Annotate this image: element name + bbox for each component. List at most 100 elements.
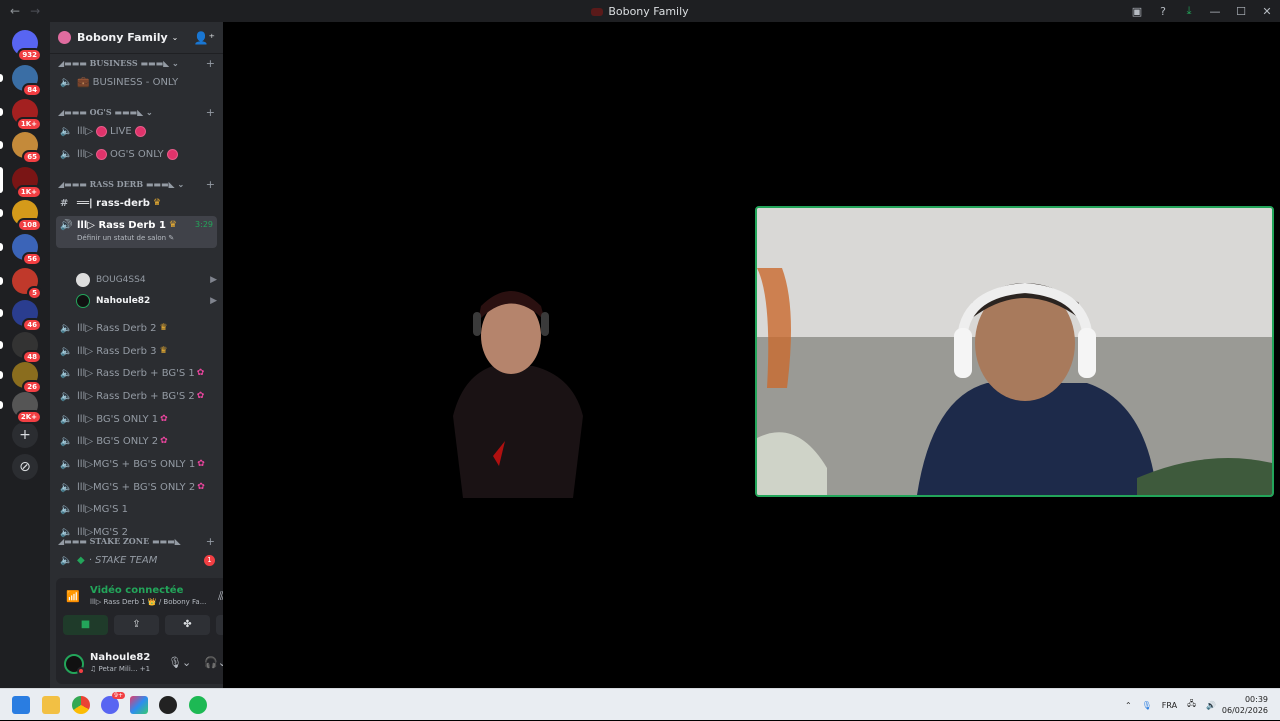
forward-button[interactable]: → bbox=[30, 4, 40, 18]
channel-label: · STAKE TEAM bbox=[88, 554, 158, 566]
channel-mg-bg-1[interactable]: 🔈 lll▷MG'S + BG'S ONLY 1 ✿ bbox=[56, 454, 217, 474]
chevron-up-icon[interactable]: ⌃ bbox=[1125, 701, 1132, 710]
status-extra: +1 bbox=[139, 665, 151, 673]
category-business[interactable]: ◢▬▬▬ BUSINESS ▬▬▬◣ ⌄ + bbox=[58, 56, 215, 70]
speaker-icon: 🔈 bbox=[60, 390, 73, 402]
crown-icon: ♛ bbox=[159, 323, 168, 333]
username[interactable]: Nahoule82 bbox=[90, 652, 150, 663]
microphone-icon[interactable]: 🎙⌄ bbox=[168, 656, 191, 669]
download-icon[interactable]: ⤓ bbox=[1176, 4, 1202, 18]
avatar[interactable] bbox=[64, 654, 85, 675]
category-label: ◢▬▬▬ OG'S ▬▬▬◣ ⌄ bbox=[58, 107, 153, 117]
speaker-icon: 🔈 bbox=[60, 481, 73, 493]
add-channel-icon[interactable]: + bbox=[206, 178, 215, 191]
server-icon-server-10[interactable]: 26 bbox=[0, 362, 42, 394]
notification-badge: 5 bbox=[27, 286, 42, 300]
speaker-icon: 🔈 bbox=[60, 554, 73, 566]
channel-bg-only-1[interactable]: 🔈 lll▷ BG'S ONLY 1 ✿ bbox=[56, 409, 217, 429]
guild-header[interactable]: Bobony Family ⌄ 👤⁺ bbox=[50, 22, 223, 54]
spotify-icon[interactable] bbox=[189, 696, 207, 714]
channel-rass-derb-2[interactable]: 🔈 lll▷ Rass Derb 2 ♛ bbox=[56, 318, 217, 338]
obs-icon[interactable] bbox=[159, 696, 177, 714]
channel-rass-derb-bg-1[interactable]: 🔈 lll▷ Rass Derb + BG'S 1 ✿ bbox=[56, 363, 217, 383]
voice-status[interactable]: Vidéo connectée bbox=[90, 585, 183, 596]
server-icon-server-6[interactable]: 56 bbox=[0, 234, 42, 266]
server-icon-server-1[interactable]: 84 bbox=[0, 65, 42, 97]
channel-status[interactable]: Définir un statut de salon ✎ bbox=[77, 234, 174, 242]
discord-icon[interactable]: 9+ bbox=[101, 692, 125, 714]
category-stake-zone[interactable]: ◢▬▬▬ STAKE ZONE ▬▬▬◣ + bbox=[58, 534, 215, 548]
category-label: ◢▬▬▬ RASS DERB ▬▬▬◣ ⌄ bbox=[58, 179, 185, 189]
notification-badge: 108 bbox=[17, 218, 42, 232]
chrome-icon[interactable] bbox=[72, 696, 90, 714]
minimize-button[interactable]: — bbox=[1202, 5, 1228, 18]
channel-live[interactable]: 🔈 lll▷ LIVE bbox=[56, 121, 217, 141]
channel-bg-only-2[interactable]: 🔈 lll▷ BG'S ONLY 2 ✿ bbox=[56, 431, 217, 451]
invite-user-icon[interactable]: 👤⁺ bbox=[194, 31, 215, 45]
file-explorer-icon[interactable] bbox=[42, 696, 60, 714]
volume-icon[interactable]: 🔊 bbox=[1206, 701, 1216, 710]
flower-icon: ✿ bbox=[197, 482, 205, 492]
speaker-icon: 🔈 bbox=[60, 367, 73, 379]
server-icon-server-11[interactable]: 2K+ bbox=[0, 392, 42, 424]
add-channel-icon[interactable]: + bbox=[206, 57, 215, 70]
title-bar: ← → Bobony Family ▣ ? ⤓ — ☐ ✕ bbox=[0, 0, 1280, 22]
channel-sidebar: Bobony Family ⌄ 👤⁺ ◢▬▬▬ BUSINESS ▬▬▬◣ ⌄ +… bbox=[50, 22, 267, 688]
category-rass-derb[interactable]: ◢▬▬▬ RASS DERB ▬▬▬◣ ⌄ + bbox=[58, 177, 215, 191]
channel-mg-1[interactable]: 🔈 lll▷MG'S 1 bbox=[56, 499, 217, 519]
start-icon[interactable] bbox=[12, 696, 30, 714]
channel-rass-derb-1[interactable]: 🔊 lll▷ Rass Derb 1 ♛ 3:29 Définir un statut … bbox=[56, 216, 217, 248]
channel-business-only[interactable]: 🔈 💼 BUSINESS - ONLY bbox=[56, 72, 217, 92]
server-icon-server-2[interactable]: 1K+ bbox=[0, 99, 42, 131]
discover-button[interactable]: ⊘ bbox=[12, 454, 38, 480]
category-ogs[interactable]: ◢▬▬▬ OG'S ▬▬▬◣ ⌄ + bbox=[58, 105, 215, 119]
channel-label: lll▷MG'S + BG'S ONLY 1 bbox=[77, 458, 196, 470]
channel-mg-bg-2[interactable]: 🔈 lll▷MG'S + BG'S ONLY 2 ✿ bbox=[56, 477, 217, 497]
video-tile-nahoule82[interactable] bbox=[755, 206, 1274, 497]
server-icon-server-7[interactable]: 5 bbox=[0, 268, 42, 300]
microphone-icon[interactable]: 🎙 bbox=[1142, 701, 1152, 710]
maximize-button[interactable]: ☐ bbox=[1228, 5, 1254, 18]
channel-rass-derb-3[interactable]: 🔈 lll▷ Rass Derb 3 ♛ bbox=[56, 341, 217, 361]
server-icon-server-9[interactable]: 48 bbox=[0, 332, 42, 364]
voice-member[interactable]: Nahoule82 ▶ bbox=[76, 291, 217, 311]
notification-badge: 2K+ bbox=[15, 410, 42, 424]
chevron-down-icon: ⌄ bbox=[171, 33, 179, 42]
speaker-icon: 🔈 bbox=[60, 435, 73, 447]
server-icon-server-8[interactable]: 46 bbox=[0, 300, 42, 332]
hashtag-icon: # bbox=[60, 197, 69, 209]
network-icon[interactable]: 🖧 bbox=[1187, 698, 1196, 712]
close-button[interactable]: ✕ bbox=[1254, 5, 1280, 18]
video-tile-boug4ss4[interactable] bbox=[423, 266, 603, 498]
help-icon[interactable]: ? bbox=[1150, 5, 1176, 18]
back-button[interactable]: ← bbox=[10, 4, 20, 18]
channel-rass-derb-bg-2[interactable]: 🔈 lll▷ Rass Derb + BG'S 2 ✿ bbox=[56, 386, 217, 406]
signal-icon[interactable]: 📶 bbox=[66, 590, 80, 603]
speaker-icon: 🔈 bbox=[60, 322, 73, 334]
call-timer: 3:29 bbox=[195, 220, 213, 229]
clock[interactable]: 00:39 06/02/2026 bbox=[1222, 694, 1268, 716]
channel-label: lll▷ BG'S ONLY 2 bbox=[77, 435, 159, 447]
notification-badge: 1K+ bbox=[15, 117, 42, 131]
app-x-icon[interactable] bbox=[130, 696, 148, 714]
channel-rass-derb-text[interactable]: # ══| rass-derb ♛ bbox=[56, 193, 217, 213]
server-icon-discord-home[interactable]: 932 bbox=[12, 30, 42, 62]
server-icon-server-3[interactable]: 65 bbox=[0, 132, 42, 164]
channel-ogs-only[interactable]: 🔈 lll▷ OG'S ONLY bbox=[56, 144, 217, 164]
server-icon-server-4[interactable]: 1K+ bbox=[0, 167, 42, 199]
activities-button[interactable]: ✤ bbox=[165, 615, 210, 635]
category-label: ◢▬▬▬ STAKE ZONE ▬▬▬◣ bbox=[58, 536, 181, 546]
language-indicator[interactable]: FRA bbox=[1162, 701, 1177, 710]
screen-share-button[interactable]: ⇪ bbox=[114, 615, 159, 635]
voice-member[interactable]: BOUG4SS4 ▶ bbox=[76, 270, 217, 290]
inbox-icon[interactable]: ▣ bbox=[1124, 5, 1150, 18]
voice-channel[interactable]: lll▷ Rass Derb 1 👑 / Bobony Fa... bbox=[90, 598, 206, 606]
channel-label: lll▷ BG'S ONLY 1 bbox=[77, 413, 159, 425]
add-channel-icon[interactable]: + bbox=[206, 106, 215, 119]
add-channel-icon[interactable]: + bbox=[206, 535, 215, 548]
add-server-button[interactable]: + bbox=[12, 422, 38, 448]
camera-button[interactable]: ■ bbox=[63, 615, 108, 635]
notification-badge: 46 bbox=[22, 318, 42, 332]
server-icon-server-5[interactable]: 108 bbox=[0, 200, 42, 232]
channel-stake-team[interactable]: 🔈 ◆ · STAKE TEAM 1 bbox=[56, 550, 217, 570]
